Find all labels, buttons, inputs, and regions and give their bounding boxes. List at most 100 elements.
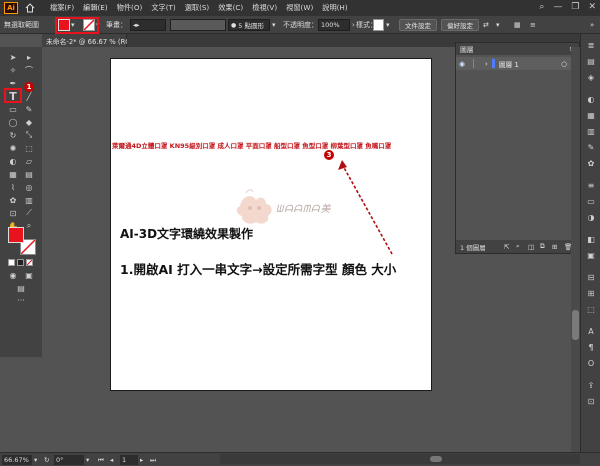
lock-toggle[interactable] [473,59,481,68]
transparency-icon[interactable]: ◑ [585,212,597,222]
stroke-width-field[interactable]: ◂▸ [130,19,166,31]
more-tools-icon[interactable]: ··· [16,295,26,305]
swatches-icon[interactable]: ▥ [585,126,597,136]
menu-help[interactable]: 說明(H) [322,3,347,13]
artboard-icon[interactable]: ⊡ [8,208,18,218]
style-swatch[interactable] [373,19,384,31]
magic-wand-icon[interactable]: ✧ [8,65,18,75]
layers-panel-title[interactable]: 圖層 [460,44,474,54]
line-icon[interactable]: ╱ [24,91,34,101]
properties-icon[interactable]: ≣ [585,40,597,50]
horizontal-scroll-thumb[interactable] [430,456,442,462]
rotate-icon[interactable]: ↻ [8,130,18,140]
menu-file[interactable]: 檔案(F) [50,3,74,13]
libraries-icon[interactable]: ▤ [585,56,597,66]
none-mode-icon[interactable] [26,259,33,266]
zoom-icon[interactable]: ⌕ [24,221,34,231]
close-icon[interactable]: ✕ [588,2,596,12]
scale-icon[interactable]: ⤡ [24,130,34,140]
next-artboard-icon[interactable]: ▸ [140,455,143,465]
chevron-right-icon[interactable]: › [352,19,355,31]
arrange-icon[interactable]: ⇄ [483,19,489,31]
shape-builder-icon[interactable]: ◐ [8,156,18,166]
menu-window[interactable]: 視窗(W) [286,3,313,13]
new-layer-icon[interactable]: ⊞ [552,243,557,251]
stroke-icon[interactable]: ≡ [585,180,597,190]
gradient-panel-icon[interactable]: ▭ [585,196,597,206]
last-artboard-icon[interactable]: ⏭ [150,455,156,465]
document-tab[interactable]: 未命名-2* @ 66.67 % (RGB/預視) [42,34,154,47]
color-guide-icon[interactable]: ▦ [585,110,597,120]
color-mode-icon[interactable] [8,259,15,266]
menu-select[interactable]: 選取(S) [185,3,210,13]
edit-toolbar-icon[interactable]: ▤ [16,283,26,293]
character-icon[interactable]: A [585,326,597,336]
menu-type[interactable]: 文字(T) [151,3,175,13]
artboards-icon[interactable]: ⊡ [585,396,597,406]
chevron-down-icon[interactable]: ▾ [386,19,390,31]
chevron-down-icon[interactable]: ▾ [34,455,37,465]
rectangle-icon[interactable]: ▭ [8,104,18,114]
layers-icon[interactable]: ◈ [585,72,597,82]
appearance-icon[interactable]: ◧ [585,234,597,244]
transform-icon[interactable]: ▦ [514,19,521,31]
document-setup-button[interactable]: 文件設定 [399,19,437,31]
rotation-field[interactable]: 0° [54,455,84,465]
layer-row[interactable]: ◉ › 圖層 1 ○ [456,57,579,70]
eraser-icon[interactable]: ◆ [24,117,34,127]
draw-mode-icon[interactable]: ◉ [8,270,18,280]
search-icon[interactable]: ⌕ [539,2,544,12]
maximize-icon[interactable]: ❐ [571,2,579,12]
transform-panel-icon[interactable]: ⬚ [585,304,597,314]
mesh-icon[interactable]: ▦ [8,169,18,179]
gradient-icon[interactable]: ▤ [24,169,34,179]
selection-tool-icon[interactable]: ➤ [8,52,18,62]
artboard-number-field[interactable]: 1 [120,455,138,465]
direct-selection-icon[interactable]: ▸ [24,52,34,62]
pathfinder-icon[interactable]: ⊞ [585,288,597,298]
opentype-icon[interactable]: O [585,358,597,368]
brush-select[interactable]: ● 5 點圓形 [228,19,270,31]
prev-artboard-icon[interactable]: ◂ [110,455,113,465]
horizontal-scrollbar[interactable] [220,454,580,464]
target-icon[interactable]: ○ [561,60,567,68]
rotate-view-icon[interactable]: ↻ [44,455,49,465]
symbols-icon[interactable]: ✿ [585,158,597,168]
free-transform-icon[interactable]: ⬚ [24,143,34,153]
symbol-sprayer-icon[interactable]: ✿ [8,195,18,205]
paragraph-icon[interactable]: ¶ [585,342,597,352]
new-sublayer-icon[interactable]: ⧉ [540,242,545,251]
home-icon[interactable] [24,2,36,14]
slice-icon[interactable]: ⟋ [24,208,34,218]
collapse-icon[interactable]: » [590,19,594,31]
layer-name[interactable]: 圖層 1 [499,59,519,69]
chevron-down-icon[interactable]: ▾ [496,19,500,31]
mask-keyword-text[interactable]: 萊爾通4D立體口罩 KN95級別口罩 成人口罩 平面口罩 船型口罩 魚型口罩 柳… [112,140,432,150]
color-icon[interactable]: ◐ [585,94,597,104]
eyedropper-icon[interactable]: ⌇ [8,182,18,192]
expand-chevron-icon[interactable]: › [485,60,488,68]
menu-edit[interactable]: 編輯(E) [83,3,108,13]
vertical-scroll-thumb[interactable] [572,310,579,340]
visibility-eye-icon[interactable]: ◉ [459,60,471,68]
clipping-mask-icon[interactable]: ◫ [528,243,534,251]
first-artboard-icon[interactable]: ⏮ [98,455,104,465]
menu-view[interactable]: 檢視(V) [252,3,277,13]
graph-icon[interactable]: ▥ [24,195,34,205]
gradient-mode-icon[interactable] [17,259,24,266]
graphic-styles-icon[interactable]: ▣ [585,250,597,260]
vertical-scrollbar[interactable] [571,47,580,452]
brushes-icon[interactable]: ✎ [585,142,597,152]
minimize-icon[interactable]: — [553,2,562,12]
panel-menu-icon[interactable]: ≡ [530,19,536,31]
screen-mode-icon[interactable]: ▣ [24,270,34,280]
locate-object-icon[interactable]: ⌕ [516,242,520,251]
perspective-icon[interactable]: ▱ [24,156,34,166]
variable-width-profile[interactable] [170,19,226,31]
lasso-icon[interactable]: ⌒ [24,65,34,75]
export-icon[interactable]: ⇱ [504,243,509,251]
chevron-down-icon[interactable]: ▾ [86,455,89,465]
paintbrush-icon[interactable]: ✎ [24,104,34,114]
blend-icon[interactable]: ◎ [24,182,34,192]
preferences-button[interactable]: 偏好設定 [441,19,479,31]
